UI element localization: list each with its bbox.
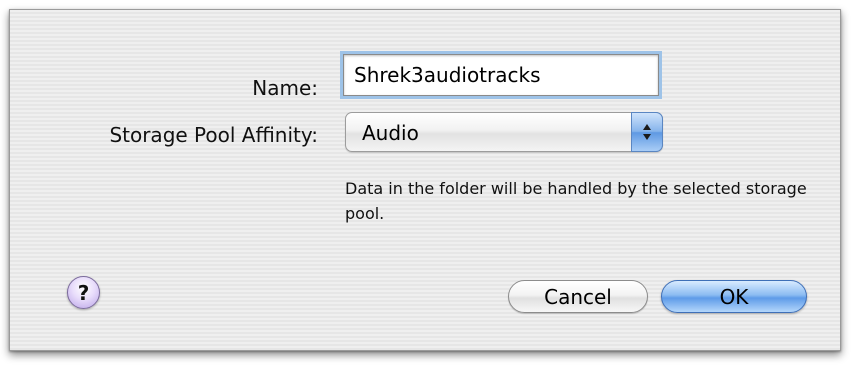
affinity-help-text: Data in the folder will be handled by th… (345, 179, 807, 223)
cancel-button[interactable]: Cancel (508, 280, 648, 313)
help-button[interactable]: ? (67, 276, 100, 309)
storage-pool-affinity-label: Storage Pool Affinity: (109, 123, 318, 147)
storage-pool-dialog: Name: Storage Pool Affinity: Audio Data … (9, 9, 841, 351)
storage-pool-affinity-popup[interactable]: Audio (345, 112, 663, 152)
question-mark-icon: ? (77, 280, 90, 305)
storage-pool-affinity-value: Audio (362, 121, 419, 145)
name-label: Name: (252, 76, 318, 100)
name-field[interactable] (343, 54, 659, 96)
ok-button[interactable]: OK (661, 280, 807, 313)
up-down-arrows-icon (631, 112, 663, 152)
